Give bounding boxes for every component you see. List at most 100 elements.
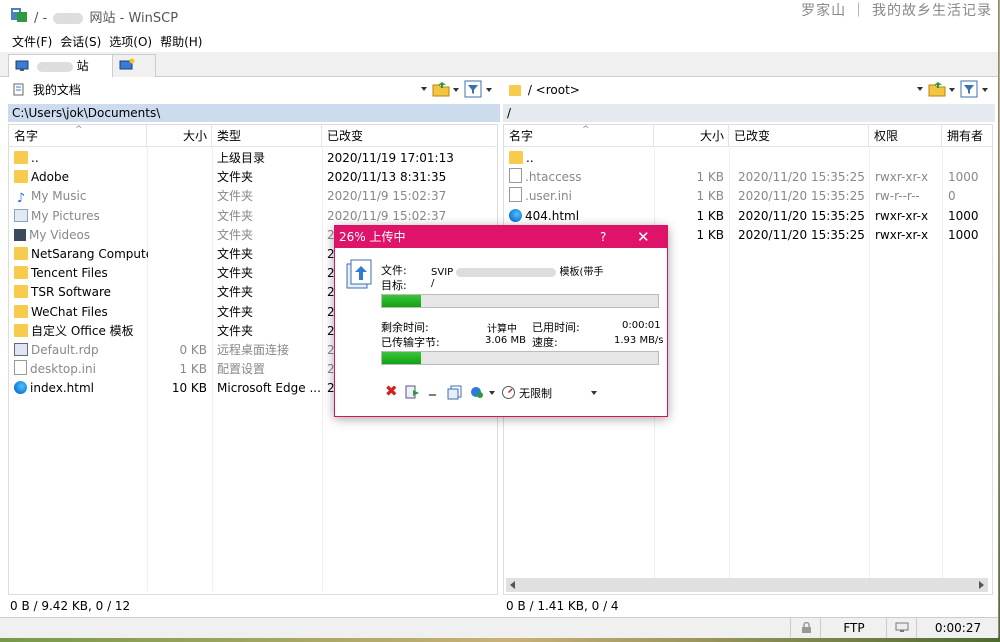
chevron-down-icon xyxy=(421,87,427,91)
redacted-text xyxy=(36,61,73,72)
chevron-down-icon[interactable] xyxy=(486,88,492,92)
session-tab-bar: 站 xyxy=(0,52,998,77)
file-permissions: rwxr-xr-x xyxy=(875,227,929,242)
column-header-name[interactable]: 名字 ^ xyxy=(504,125,654,147)
file-name: .user.ini xyxy=(525,189,572,204)
file-permissions: rw-r--r-- xyxy=(875,189,920,204)
monitor-icon xyxy=(15,60,29,71)
column-header-size[interactable]: 大小 xyxy=(654,125,729,147)
table-row[interactable]: .htaccess 1 KB 2020/11/20 15:35:25 rwxr-xr-… xyxy=(504,168,992,187)
column-header-name[interactable]: 名字 ^ xyxy=(9,125,147,147)
table-row[interactable]: .. 上级目录 2020/11/19 17:01:13 xyxy=(9,149,497,168)
file-name-cell: Adobe xyxy=(14,168,148,187)
remote-desktop-icon xyxy=(14,343,28,356)
dialog-toolbar: ✖ _ 无限制 xyxy=(385,380,655,404)
elapsed-time-value: 0:00:01 xyxy=(622,320,661,331)
elapsed-time-label: 已用时间: xyxy=(532,321,580,334)
file-type: 文件夹 xyxy=(217,285,254,300)
column-header-type[interactable]: 类型 xyxy=(212,125,322,147)
left-path-dropdown-value: 我的文档 xyxy=(32,83,81,97)
speed-limit-dropdown[interactable]: 无限制 xyxy=(519,385,552,401)
open-folder-icon[interactable] xyxy=(432,80,450,98)
menu-options[interactable]: 选项(O) xyxy=(105,31,156,52)
tab-session-site[interactable]: 站 xyxy=(8,54,122,77)
horizontal-scrollbar[interactable] xyxy=(506,578,988,592)
new-session-icon xyxy=(119,58,135,70)
file-name: My Music xyxy=(31,189,87,204)
table-row[interactable]: .user.ini 1 KB 2020/11/20 15:35:25 rw-r--r-… xyxy=(504,187,992,206)
scroll-right-icon[interactable] xyxy=(979,581,984,589)
file-size: 1 KB xyxy=(696,189,724,204)
file-type: 文件夹 xyxy=(217,247,254,261)
right-path-dropdown-value: / <root> xyxy=(527,83,580,97)
file-label: 文件: xyxy=(381,264,407,277)
open-folder-icon[interactable] xyxy=(928,80,946,98)
column-header-changed[interactable]: 已改变 xyxy=(729,125,869,147)
move-to-background-icon[interactable] xyxy=(405,385,421,400)
column-header-label: 权限 xyxy=(874,129,899,143)
column-header-permissions[interactable]: 权限 xyxy=(869,125,942,147)
file-owner: 1000 xyxy=(948,208,979,223)
column-header-label: 大小 xyxy=(182,129,207,143)
column-header-owner[interactable]: 拥有者 xyxy=(942,125,992,147)
file-name-cell: ♪ My Music xyxy=(14,187,148,206)
file-name: WeChat Files xyxy=(31,304,108,319)
filter-icon[interactable] xyxy=(960,80,978,98)
chevron-down-icon[interactable] xyxy=(949,88,955,92)
file-size: 1 KB xyxy=(179,362,207,377)
total-progress-fill xyxy=(382,352,421,364)
file-owner: 1000 xyxy=(948,170,979,185)
file-name: index.html xyxy=(30,381,94,396)
file-name: NetSarang Computer xyxy=(31,247,148,261)
table-row[interactable]: My Pictures 文件夹 2020/11/9 15:02:37 xyxy=(9,207,497,226)
close-button[interactable]: ✕ xyxy=(637,226,650,248)
menu-bar: 文件(F) 会话(S) 选项(O) 帮助(H) xyxy=(0,31,998,51)
cancel-icon[interactable]: ✖ xyxy=(385,382,398,400)
file-name: desktop.ini xyxy=(30,362,96,377)
chevron-down-icon[interactable] xyxy=(453,88,459,92)
chevron-down-icon[interactable] xyxy=(591,391,597,395)
file-name: .. xyxy=(526,151,534,165)
chevron-down-icon[interactable] xyxy=(982,88,988,92)
new-session-tab[interactable] xyxy=(112,54,156,77)
redacted-text xyxy=(53,13,84,24)
session-elapsed-time: 0:00:27 xyxy=(916,618,999,638)
file-permissions: rwxr-xr-x xyxy=(875,208,929,223)
settings-icon[interactable] xyxy=(469,385,485,400)
menu-session[interactable]: 会话(S) xyxy=(56,31,105,52)
speed-value: 1.93 MB/s xyxy=(614,335,664,346)
chevron-down-icon[interactable] xyxy=(489,391,495,395)
target-label: 目标: xyxy=(381,279,407,292)
folder-icon xyxy=(14,170,28,184)
file-name-cell: Tencent Files xyxy=(14,264,148,283)
scroll-left-icon[interactable] xyxy=(510,581,515,589)
sort-arrow-icon: ^ xyxy=(582,125,590,135)
column-header-label: 名字 xyxy=(14,129,39,143)
table-row[interactable]: ♪ My Music 文件夹 2020/11/9 15:02:37 xyxy=(9,187,497,206)
document-icon xyxy=(13,83,24,96)
filter-icon[interactable] xyxy=(464,80,482,98)
menu-file[interactable]: 文件(F) xyxy=(8,31,56,52)
file-name: Tencent Files xyxy=(31,266,108,281)
file-modified: 2020/11/20 15:35:25 xyxy=(738,189,865,204)
file-modified: 2020/11/9 15:02:37 xyxy=(327,208,447,223)
redacted-text xyxy=(456,267,557,277)
folder-icon xyxy=(14,266,28,280)
queue-icon[interactable] xyxy=(447,385,463,400)
table-row[interactable]: Adobe 文件夹 2020/11/13 8:31:35 xyxy=(9,168,497,187)
file-name: My Videos xyxy=(29,227,91,242)
file-name-cell: .. xyxy=(14,149,148,168)
column-header-changed[interactable]: 已改变 xyxy=(322,125,497,147)
minimize-icon[interactable]: _ xyxy=(429,380,436,396)
table-row[interactable]: 404.html 1 KB 2020/11/20 15:35:25 rwxr-xr-x… xyxy=(504,207,992,226)
help-button[interactable]: ? xyxy=(600,226,606,248)
left-path-dropdown[interactable]: 我的文档 xyxy=(10,80,430,100)
parent-folder-icon xyxy=(509,151,523,164)
menu-help[interactable]: 帮助(H) xyxy=(156,31,206,52)
file-name: My Pictures xyxy=(31,208,100,223)
file-name: TSR Software xyxy=(31,285,111,300)
column-header-size[interactable]: 大小 xyxy=(147,125,212,147)
right-path-dropdown[interactable]: / <root> xyxy=(506,80,926,100)
window-title: / - 网站 - WinSCP xyxy=(34,7,178,26)
table-row[interactable]: .. xyxy=(504,149,992,168)
